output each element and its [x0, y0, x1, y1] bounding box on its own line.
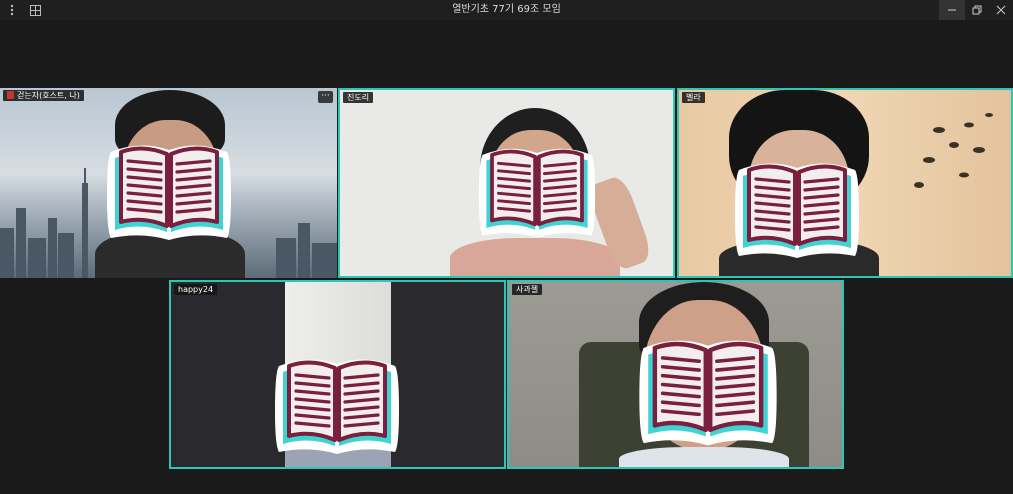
window-title: 열반기초 77기 69조 모임: [452, 4, 561, 15]
open-book-icon: [630, 328, 786, 452]
participant-name-label: happy24: [174, 284, 218, 295]
video-tile-jindori[interactable]: 진도리: [338, 88, 675, 278]
restore-icon[interactable]: [965, 0, 989, 20]
open-book-icon: [477, 146, 597, 240]
participant-name-label: 벨라: [682, 92, 705, 103]
vertical-ellipsis-icon[interactable]: [4, 0, 20, 20]
video-tile-host[interactable]: 걷는자(호스트, 나) ···: [0, 88, 337, 278]
open-book-icon: [733, 161, 861, 260]
title-bar: 열반기초 77기 69조 모임: [0, 0, 1013, 20]
grid-layout-icon[interactable]: [26, 0, 44, 20]
close-icon[interactable]: [989, 0, 1013, 20]
video-tile-happy24[interactable]: happy24: [169, 280, 506, 469]
host-icon: [7, 91, 14, 99]
open-book-icon: [105, 143, 233, 242]
participant-name-label: 걷는자(호스트, 나): [3, 90, 84, 101]
video-tile-sagwajel[interactable]: 사과젤: [507, 280, 844, 469]
open-book-icon: [273, 357, 401, 456]
video-tile-bella[interactable]: 벨라: [677, 88, 1013, 278]
participant-name-label: 사과젤: [512, 284, 543, 295]
more-options-button[interactable]: ···: [318, 91, 333, 103]
minimize-icon[interactable]: [939, 0, 965, 20]
participant-name-label: 진도리: [343, 92, 374, 103]
